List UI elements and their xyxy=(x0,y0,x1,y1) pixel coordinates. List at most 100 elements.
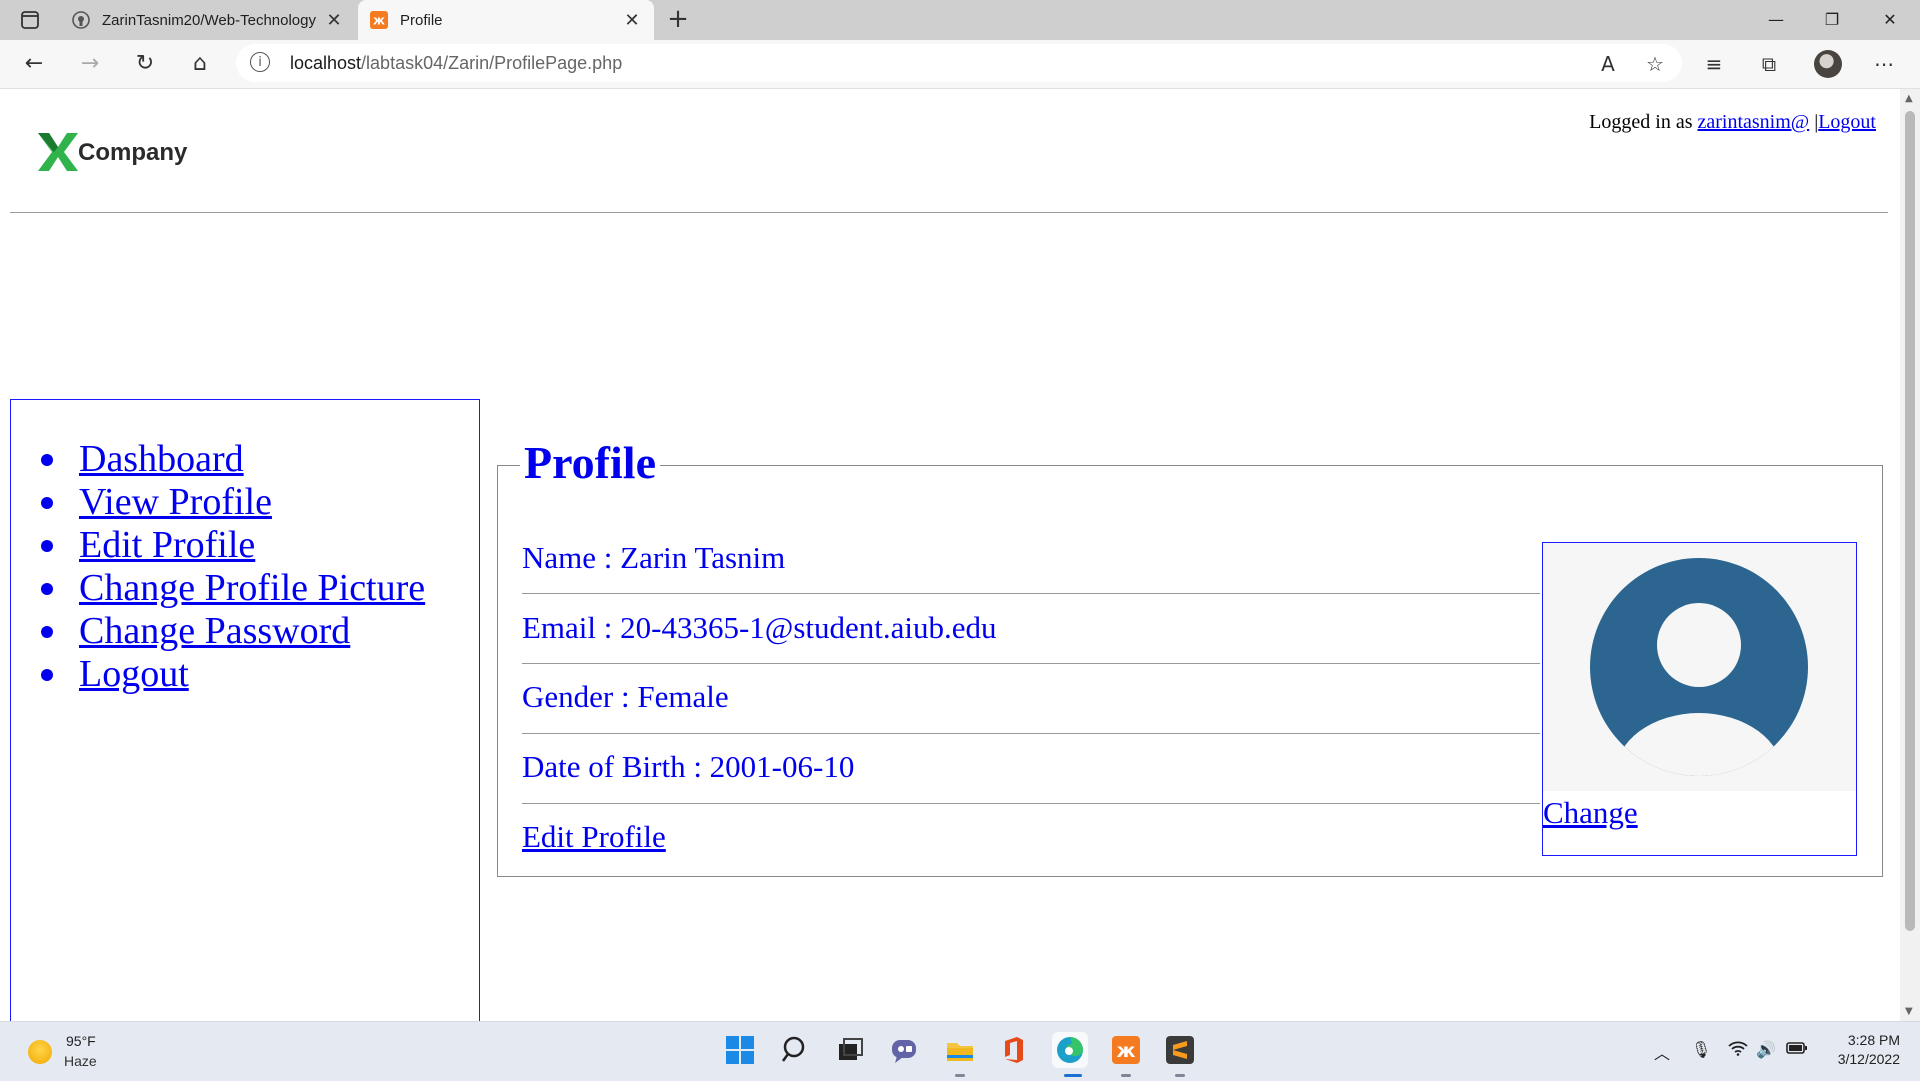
windows-taskbar: 95°F Haze ж ︿ 🎙 🔊 3:28 PM 3/12/2022 xyxy=(0,1021,1920,1081)
reload-icon[interactable]: ↻ xyxy=(127,46,163,82)
browser-tab-bar: ZarinTasnim20/Web-Technology ✕ ж Profile… xyxy=(0,0,1920,40)
office-icon[interactable] xyxy=(996,1032,1032,1068)
profile-legend: Profile xyxy=(520,436,660,489)
sidebar-nav: Dashboard View Profile Edit Profile Chan… xyxy=(10,399,480,1021)
tab-github[interactable]: ZarinTasnim20/Web-Technology ✕ xyxy=(62,0,356,40)
add-favorite-icon[interactable]: ☆ xyxy=(1637,46,1673,82)
new-tab-icon[interactable]: + xyxy=(664,6,692,34)
bullet xyxy=(41,625,53,638)
sidebar-item-view-profile: View Profile xyxy=(31,481,425,524)
login-status: Logged in as zarintasnim@ |Logout xyxy=(1589,111,1876,134)
scrollbar-thumb[interactable] xyxy=(1905,111,1915,931)
task-view-icon[interactable] xyxy=(832,1032,868,1068)
restore-icon[interactable]: ❐ xyxy=(1804,0,1860,40)
tab-title: ZarinTasnim20/Web-Technology xyxy=(102,11,316,29)
bullet xyxy=(41,453,53,466)
profile-name: Name : Zarin Tasnim xyxy=(522,540,786,575)
weather-temperature: 95°F xyxy=(66,1033,96,1049)
browser-toolbar: ← → ↻ ⌂ i localhost/labtask04/Zarin/Prof… xyxy=(0,40,1920,89)
read-aloud-icon[interactable]: A xyxy=(1590,46,1626,82)
profile-avatar-icon[interactable] xyxy=(1814,50,1842,78)
minimize-icon[interactable]: — xyxy=(1748,0,1804,40)
clock-time: 3:28 PM xyxy=(1847,1032,1900,1048)
sidebar-item-change-password: Change Password xyxy=(31,610,425,653)
sidebar-link-change-picture[interactable]: Change Profile Picture xyxy=(79,567,425,610)
username-link[interactable]: zarintasnim@ xyxy=(1697,111,1809,133)
volume-icon[interactable]: 🔊 xyxy=(1756,1040,1776,1059)
weather-condition: Haze xyxy=(64,1053,97,1069)
system-clock[interactable]: 3:28 PM 3/12/2022 xyxy=(1828,1031,1900,1069)
svg-text:ж: ж xyxy=(1117,1040,1136,1062)
xampp-icon: ж xyxy=(370,11,388,29)
close-tab-icon[interactable]: ✕ xyxy=(620,10,644,31)
profile-picture xyxy=(1543,543,1856,791)
edit-profile-link[interactable]: Edit Profile xyxy=(522,819,666,855)
sidebar-item-logout: Logout xyxy=(31,653,425,696)
close-tab-icon[interactable]: ✕ xyxy=(322,10,346,31)
sidebar-link-edit-profile[interactable]: Edit Profile xyxy=(79,524,255,567)
company-logo: Company xyxy=(36,129,188,175)
windows-start-icon[interactable] xyxy=(722,1032,758,1068)
more-options-icon[interactable]: ⋯ xyxy=(1866,46,1902,82)
logo-text: Company xyxy=(78,139,188,166)
tab-actions-icon[interactable] xyxy=(12,8,48,32)
site-info-icon[interactable]: i xyxy=(250,52,270,72)
scroll-down-icon[interactable]: ▼ xyxy=(1905,1006,1913,1017)
scroll-up-icon[interactable]: ▲ xyxy=(1905,93,1913,104)
profile-dob: Date of Birth : 2001-06-10 xyxy=(522,749,855,784)
address-bar[interactable]: i localhost/labtask04/Zarin/ProfilePage.… xyxy=(236,44,1682,82)
microphone-icon[interactable]: 🎙 xyxy=(1691,1040,1711,1059)
window-close-icon[interactable]: ✕ xyxy=(1862,0,1918,40)
tab-profile[interactable]: ж Profile ✕ xyxy=(358,0,654,40)
show-hidden-icons-icon[interactable]: ︿ xyxy=(1654,1040,1670,1064)
bullet xyxy=(41,668,53,681)
xampp-taskbar-icon[interactable]: ж xyxy=(1108,1032,1144,1068)
sidebar-item-dashboard: Dashboard xyxy=(31,438,425,481)
weather-widget[interactable]: 95°F Haze xyxy=(26,1032,166,1072)
bullet xyxy=(41,496,53,509)
favorites-icon[interactable]: ≡ xyxy=(1696,46,1732,82)
search-icon[interactable] xyxy=(778,1032,814,1068)
url-path: /labtask04/Zarin/ProfilePage.php xyxy=(361,53,623,73)
user-avatar-icon xyxy=(1590,558,1808,776)
change-picture-link[interactable]: Change xyxy=(1543,795,1638,831)
url-host: localhost xyxy=(290,53,362,73)
home-icon[interactable]: ⌂ xyxy=(182,46,218,82)
tab-title: Profile xyxy=(400,11,443,29)
chat-icon[interactable] xyxy=(886,1032,922,1068)
active-indicator xyxy=(1064,1074,1082,1077)
separator: | xyxy=(1809,111,1819,133)
wifi-icon[interactable] xyxy=(1728,1040,1748,1060)
running-indicator xyxy=(1121,1074,1131,1077)
sidebar-link-view-profile[interactable]: View Profile xyxy=(79,481,272,524)
row-divider xyxy=(522,663,1540,664)
page-scrollbar[interactable]: ▲ ▼ xyxy=(1900,89,1920,1021)
running-indicator xyxy=(1175,1074,1185,1077)
back-icon[interactable]: ← xyxy=(16,46,52,82)
github-icon xyxy=(72,11,90,29)
clock-date: 3/12/2022 xyxy=(1837,1051,1900,1067)
weather-haze-icon xyxy=(28,1040,52,1064)
running-indicator xyxy=(955,1074,965,1077)
x-logo-icon xyxy=(38,133,78,171)
row-divider xyxy=(522,803,1540,804)
file-explorer-icon[interactable] xyxy=(942,1032,978,1068)
profile-picture-box: Change xyxy=(1542,542,1857,856)
sublime-text-icon[interactable] xyxy=(1162,1032,1198,1068)
battery-icon[interactable] xyxy=(1786,1040,1808,1059)
row-divider xyxy=(522,733,1540,734)
svg-text:ж: ж xyxy=(373,14,385,28)
collections-icon[interactable]: ⧉ xyxy=(1751,46,1787,82)
profile-email: Email : 20-43365-1@student.aiub.edu xyxy=(522,610,997,645)
sidebar-item-change-picture: Change Profile Picture xyxy=(31,567,425,610)
profile-gender: Gender : Female xyxy=(522,679,729,714)
row-divider xyxy=(522,593,1540,594)
bullet xyxy=(41,539,53,552)
forward-icon[interactable]: → xyxy=(72,46,108,82)
sidebar-link-change-password[interactable]: Change Password xyxy=(79,610,350,653)
sidebar-link-logout[interactable]: Logout xyxy=(79,653,189,696)
sidebar-link-dashboard[interactable]: Dashboard xyxy=(79,438,244,481)
edge-browser-icon[interactable] xyxy=(1052,1032,1088,1068)
sidebar-item-edit-profile: Edit Profile xyxy=(31,524,425,567)
logout-link[interactable]: Logout xyxy=(1818,111,1876,133)
